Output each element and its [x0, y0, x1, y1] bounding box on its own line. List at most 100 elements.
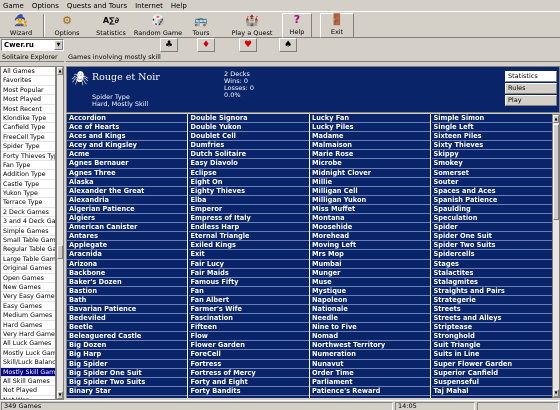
- sidebar-item-most-popular[interactable]: Most Popular: [1, 86, 55, 96]
- sidebar-item-all-luck-games[interactable]: All Luck Games: [1, 339, 55, 349]
- game-list-item[interactable]: Miss Muffet: [310, 205, 430, 215]
- game-list-item[interactable]: Fortress: [188, 360, 309, 369]
- game-list-item[interactable]: Fortress of Mercy: [188, 369, 309, 378]
- sidebar-item-open-games[interactable]: Open Games: [1, 274, 55, 283]
- sidebar-item-all-skill-games[interactable]: All Skill Games: [1, 377, 55, 387]
- sidebar-item-not-played[interactable]: Not Played: [1, 386, 55, 396]
- game-list-item[interactable]: Parliament: [310, 378, 430, 387]
- wizard-button[interactable]: 🧙 Wizard: [2, 13, 40, 38]
- game-list-item[interactable]: Double Signora: [188, 114, 309, 124]
- sidebar-item-all-games[interactable]: All Games: [1, 67, 55, 77]
- game-list-item[interactable]: Stronghold: [431, 332, 552, 342]
- game-list-item[interactable]: Smokey: [431, 159, 552, 169]
- game-list-item[interactable]: Suits in Line: [431, 350, 552, 360]
- game-list-item[interactable]: Spanish Patience: [431, 196, 552, 205]
- game-list-item[interactable]: Montana: [310, 214, 430, 224]
- menu-internet[interactable]: Internet: [135, 2, 163, 10]
- game-list-item[interactable]: Streets and Alleys: [431, 314, 552, 324]
- sidebar-item-castle-type[interactable]: Castle Type: [1, 180, 55, 190]
- game-list-item[interactable]: Moosehide: [310, 223, 430, 233]
- game-list-item[interactable]: Double Yukon: [188, 123, 309, 133]
- sidebar-item-favorites[interactable]: Favorites: [1, 76, 55, 86]
- game-list-item[interactable]: Eight On: [188, 178, 309, 187]
- game-list-item[interactable]: Malmaison: [310, 141, 430, 151]
- game-list-item[interactable]: Skippy: [431, 150, 552, 160]
- tab-statistics[interactable]: Statistics: [505, 71, 557, 82]
- sidebar-item-very-hard-games[interactable]: Very Hard Games: [1, 330, 55, 340]
- game-list-item[interactable]: Aces and Kings: [67, 132, 187, 142]
- game-list-item[interactable]: Acey and Kingsley: [67, 141, 187, 151]
- game-list-item[interactable]: Bath: [67, 296, 187, 305]
- game-list-item[interactable]: Mumbai: [310, 260, 430, 269]
- sidebar-item-mostly-skill-games[interactable]: Mostly Skill Games: [1, 367, 55, 377]
- game-list-item[interactable]: Lucky Piles: [310, 123, 430, 133]
- game-list-item[interactable]: Flower Garden: [188, 341, 309, 351]
- game-list-item[interactable]: Bavarian Patience: [67, 305, 187, 315]
- game-list-item[interactable]: Big Spider One Suit: [67, 369, 187, 378]
- game-list-item[interactable]: Farmer's Wife: [188, 305, 309, 315]
- game-list-item[interactable]: Madame: [310, 132, 430, 142]
- exit-button[interactable]: 🚪 Exit: [320, 13, 354, 38]
- sidebar-item-2-deck-games[interactable]: 2 Deck Games: [1, 208, 55, 218]
- game-list-item[interactable]: Exit: [188, 250, 309, 260]
- game-list-item[interactable]: Muse: [310, 278, 430, 287]
- menu-help[interactable]: Help: [171, 2, 187, 10]
- game-list-item[interactable]: Single Left: [431, 123, 552, 133]
- games-scrollbar[interactable]: ▲ ▼: [552, 114, 560, 398]
- sidebar-item-freecell-type[interactable]: FreeCell Type: [1, 133, 55, 143]
- game-list-item[interactable]: Dumfries: [188, 141, 309, 151]
- clubs-button[interactable]: ♣: [160, 38, 178, 52]
- sidebar-item-simple-games[interactable]: Simple Games: [1, 227, 55, 237]
- sidebar-item-yukon-type[interactable]: Yukon Type: [1, 189, 55, 199]
- game-list-item[interactable]: Beetle: [67, 323, 187, 333]
- menu-quests-and-tours[interactable]: Quests and Tours: [67, 2, 127, 10]
- sidebar-item-easy-games[interactable]: Easy Games: [1, 302, 55, 312]
- game-list-item[interactable]: Stages: [431, 260, 552, 269]
- game-list-item[interactable]: Alexander the Great: [67, 187, 187, 196]
- game-list-item[interactable]: Accordion: [67, 114, 187, 124]
- sidebar-item-large-table-games[interactable]: Large Table Games: [1, 255, 55, 265]
- game-list-item[interactable]: Eighty Thieves: [188, 187, 309, 196]
- scroll-down-icon[interactable]: ▼: [57, 391, 63, 399]
- game-list-item[interactable]: Microbe: [310, 159, 430, 169]
- game-list-item[interactable]: Arizona: [67, 260, 187, 269]
- game-list-item[interactable]: Sixteen Piles: [431, 132, 552, 142]
- game-list-item[interactable]: Doublet Cell: [188, 132, 309, 142]
- sidebar-item-klondike-type[interactable]: Klondike Type: [1, 114, 55, 124]
- game-list-item[interactable]: Mystique: [310, 287, 430, 296]
- game-list-item[interactable]: Emperor: [188, 205, 309, 215]
- game-list-item[interactable]: Needle: [310, 314, 430, 324]
- sidebar-item-skill-luck-balance[interactable]: Skill/Luck Balance: [1, 358, 55, 368]
- game-list-item[interactable]: Fair Lucy: [188, 260, 309, 269]
- sidebar-item-most-recent[interactable]: Most Recent: [1, 105, 55, 114]
- game-list-item[interactable]: Antares: [67, 232, 187, 242]
- game-list-item[interactable]: Stalagmites: [431, 278, 552, 287]
- game-list-item[interactable]: Speculation: [431, 214, 552, 224]
- sidebar-item-3-and-4-deck-games[interactable]: 3 and 4 Deck Games: [1, 217, 55, 227]
- tab-play[interactable]: Play: [505, 95, 557, 106]
- game-list-item[interactable]: Suspenseful: [431, 378, 552, 387]
- spades-button[interactable]: ♠: [279, 38, 297, 52]
- game-list-item[interactable]: Bedeviled: [67, 314, 187, 324]
- game-list-item[interactable]: Nomad: [310, 332, 430, 342]
- game-list-item[interactable]: Stalactites: [431, 269, 552, 278]
- sidebar-item-mostly-luck-games[interactable]: Mostly Luck Games: [1, 349, 55, 359]
- game-list-item[interactable]: Striptease: [431, 323, 552, 333]
- game-list-item[interactable]: Spider One Suit: [431, 232, 552, 242]
- game-list-item[interactable]: Acme: [67, 150, 187, 160]
- sidebar-item-terrace-type[interactable]: Terrace Type: [1, 198, 55, 208]
- game-list-item[interactable]: Binary Star: [67, 387, 187, 396]
- game-list-item[interactable]: Eclipse: [188, 169, 309, 178]
- play-quest-button[interactable]: 🏰 Play a Quest: [228, 13, 276, 38]
- category-list[interactable]: All Games Favorites Most Popular Most Playe…: [0, 66, 56, 400]
- game-list-item[interactable]: Backbone: [67, 269, 187, 278]
- game-list-item[interactable]: Simple Simon: [431, 114, 552, 124]
- game-list-item[interactable]: Algiers: [67, 214, 187, 224]
- sidebar-item-spider-type[interactable]: Spider Type: [1, 142, 55, 152]
- game-list-item[interactable]: Taj Mahal: [431, 387, 552, 396]
- sidebar-item-forty-thieves-type[interactable]: Forty Thieves Type: [1, 152, 55, 161]
- sidebar-item-small-table-games[interactable]: Small Table Games: [1, 236, 55, 246]
- sidebar-item-fan-type[interactable]: Fan Type: [1, 161, 55, 171]
- statistics-button[interactable]: A∑∂ Statistics: [92, 13, 130, 38]
- skin-select[interactable]: Cwer.ru ▼: [1, 39, 64, 51]
